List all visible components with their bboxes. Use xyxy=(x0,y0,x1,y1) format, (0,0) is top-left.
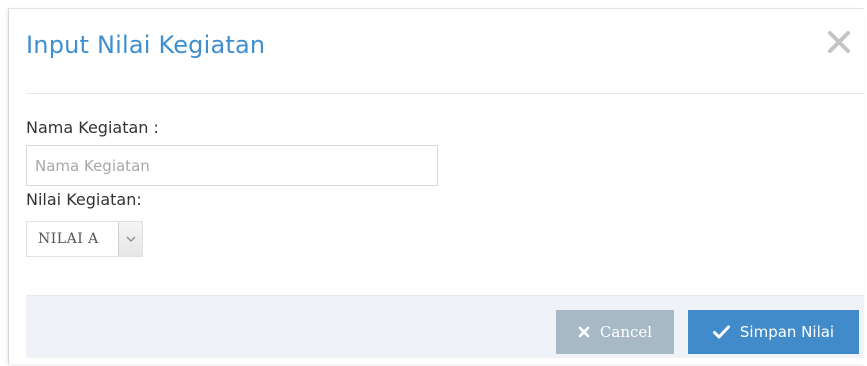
modal-title: Input Nilai Kegiatan xyxy=(26,31,266,59)
input-nilai-modal: Input Nilai Kegiatan Nama Kegiatan : Nil… xyxy=(8,8,864,364)
cancel-button[interactable]: Cancel xyxy=(556,310,674,354)
simpan-nilai-button[interactable]: Simpan Nilai xyxy=(688,310,859,354)
times-icon xyxy=(578,326,590,338)
header-divider xyxy=(26,93,864,94)
close-icon xyxy=(828,31,850,53)
modal-footer: Cancel Simpan Nilai xyxy=(26,295,864,358)
cancel-label: Cancel xyxy=(599,323,653,341)
nama-kegiatan-input[interactable] xyxy=(26,145,438,186)
nama-kegiatan-label: Nama Kegiatan : xyxy=(26,118,159,137)
select-arrow[interactable] xyxy=(118,222,142,256)
nilai-kegiatan-select[interactable]: NILAI A xyxy=(26,221,143,257)
chevron-down-icon xyxy=(126,236,136,242)
nilai-kegiatan-selected: NILAI A xyxy=(38,231,99,247)
nilai-kegiatan-label: Nilai Kegiatan: xyxy=(26,190,142,209)
check-icon xyxy=(712,325,730,339)
simpan-nilai-label: Simpan Nilai xyxy=(739,323,835,341)
close-button[interactable] xyxy=(824,27,854,57)
